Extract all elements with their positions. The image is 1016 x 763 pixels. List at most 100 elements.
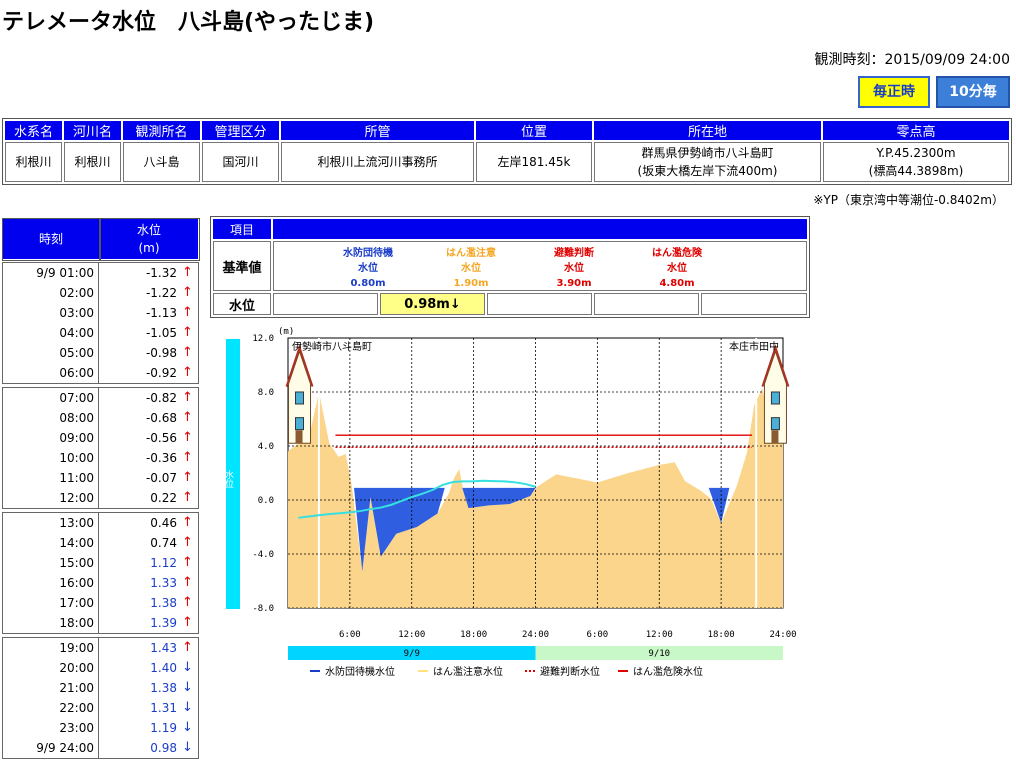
reference-level-value: 0.80m — [350, 278, 386, 289]
history-level: 1.40 — [150, 661, 177, 675]
house-icon-door — [771, 430, 779, 444]
history-row: 21:00 1.38 ↓ — [3, 678, 198, 698]
history-row: 08:00 -0.68 ↑ — [3, 408, 198, 428]
x-tick-label: 6:00 — [339, 630, 361, 640]
history-time: 15:00 — [3, 553, 99, 573]
x-tick-label: 12:00 — [398, 630, 425, 640]
reference-level-sub: 水位 — [461, 263, 481, 274]
history-row: 9/9 24:00 0.98 ↓ — [3, 738, 198, 758]
history-time: 08:00 — [3, 408, 99, 428]
history-level: -0.98 — [145, 346, 177, 360]
history-row: 19:00 1.43 ↑ — [3, 638, 198, 658]
history-time: 05:00 — [3, 343, 99, 363]
history-group: 19:00 1.43 ↑ 20:00 1.40 ↓ 21:00 1.38 ↓ 22:00 1.31 ↓… — [2, 637, 199, 759]
x-tick-label: 6:00 — [587, 630, 609, 640]
day-label: 9/9 — [404, 649, 420, 659]
history-level: -0.07 — [145, 471, 177, 485]
header-zero-height: 零点高 — [823, 121, 1009, 140]
history-level: 0.98 — [150, 741, 177, 755]
history-group: 13:00 0.46 ↑ 14:00 0.74 ↑ 15:00 1.12 ↑ 16:00 1.33 ↑… — [2, 512, 199, 634]
history-row: 9/9 01:00 -1.32 ↑ — [3, 263, 198, 283]
history-time: 04:00 — [3, 323, 99, 343]
history-header: 時刻 水位 (m) — [1, 217, 200, 261]
history-row: 17:00 1.38 ↑ — [3, 593, 198, 613]
history-row: 10:00 -0.36 ↑ — [3, 448, 198, 468]
y-tick-label: 12.0 — [252, 334, 274, 344]
history-level: -0.68 — [145, 411, 177, 425]
history-time: 07:00 — [3, 388, 99, 408]
y-tick-label: 0.0 — [258, 496, 274, 506]
history-header-level: 水位 (m) — [98, 217, 200, 261]
cell-station: 八斗島 — [123, 142, 200, 182]
cell-location: 群馬県伊勢崎市八斗島町 (坂東大橋左岸下流400m) — [594, 142, 821, 182]
ten-minute-button[interactable]: 10分毎 — [936, 76, 1010, 108]
history-time: 23:00 — [3, 718, 99, 738]
history-time: 10:00 — [3, 448, 99, 468]
yp-note: ※YP（東京湾中等潮位-0.8402m） — [813, 193, 1004, 207]
arrow-up-icon: ↑ — [182, 555, 193, 570]
house-icon-window — [295, 391, 305, 405]
history-row: 23:00 1.19 ↓ — [3, 718, 198, 738]
arrow-down-icon: ↓ — [182, 740, 193, 755]
history-header-level-unit: (m) — [138, 241, 160, 255]
reference-header-item: 項目 — [213, 219, 271, 239]
zero-height-line2: (標高44.3898m) — [868, 164, 964, 178]
house-icon-window — [295, 417, 305, 431]
history-time: 11:00 — [3, 468, 99, 488]
reference-level-sub: 水位 — [667, 263, 687, 274]
reference-levels: 水防団待機 水位 0.80m はん濫注意 水位 1.90m 避難判断 水位 3.90m はん濫危険… — [273, 241, 807, 291]
house-icon-window — [770, 391, 780, 405]
reference-level-name: 水防団待機 — [343, 248, 393, 259]
history-level: 1.31 — [150, 701, 177, 715]
arrow-down-icon: ↓ — [182, 700, 193, 715]
right-bank-label: 本庄市田中 — [729, 340, 779, 353]
arrow-up-icon: ↑ — [182, 515, 193, 530]
x-tick-label: 24:00 — [769, 630, 796, 640]
header-river: 河川名 — [64, 121, 121, 140]
arrow-up-icon: ↑ — [182, 640, 193, 655]
history-level: -0.92 — [145, 366, 177, 380]
legend-label: 避難判断水位 — [540, 665, 600, 678]
arrow-up-icon: ↑ — [182, 365, 193, 380]
history-header-time: 時刻 — [1, 217, 101, 261]
arrow-up-icon: ↑ — [182, 490, 193, 505]
arrow-up-icon: ↑ — [182, 345, 193, 360]
reference-level-name: 避難判断 — [554, 248, 594, 259]
y-tick-label: 8.0 — [258, 388, 274, 398]
history-row: 11:00 -0.07 ↑ — [3, 468, 198, 488]
reference-level-value: 1.90m — [453, 278, 489, 289]
reference-level-sub: 水位 — [564, 263, 584, 274]
history-row: 18:00 1.39 ↑ — [3, 613, 198, 633]
left-bank-label: 伊勢崎市八斗島町 — [292, 340, 372, 353]
y-tick-label: -4.0 — [252, 550, 274, 560]
arrow-up-icon: ↑ — [182, 265, 193, 280]
arrow-up-icon: ↑ — [182, 535, 193, 550]
history-level: 1.12 — [150, 556, 177, 570]
cell-management: 国河川 — [202, 142, 279, 182]
x-tick-label: 18:00 — [708, 630, 735, 640]
arrow-up-icon: ↑ — [182, 470, 193, 485]
location-line1: 群馬県伊勢崎市八斗島町 — [641, 146, 774, 160]
header-office: 所管 — [281, 121, 474, 140]
history-level: 1.39 — [150, 616, 177, 630]
hourly-button[interactable]: 毎正時 — [858, 76, 930, 108]
history-time: 20:00 — [3, 658, 99, 678]
level-slot-3 — [487, 293, 592, 315]
history-row: 16:00 1.33 ↑ — [3, 573, 198, 593]
house-icon-door — [295, 430, 303, 444]
header-system: 水系名 — [5, 121, 62, 140]
reference-level-sub: 水位 — [358, 263, 378, 274]
legend-label: はん濫注意水位 — [433, 665, 503, 678]
header-management: 管理区分 — [202, 121, 279, 140]
y-tick-label: -8.0 — [252, 604, 274, 614]
history-time: 09:00 — [3, 428, 99, 448]
arrow-up-icon: ↑ — [182, 325, 193, 340]
history-time: 06:00 — [3, 363, 99, 383]
history-level: 1.19 — [150, 721, 177, 735]
y-tick-label: 4.0 — [258, 442, 274, 452]
arrow-down-icon: ↓ — [182, 720, 193, 735]
reference-label: 基準値 — [213, 241, 271, 291]
cell-zero-height: Y.P.45.2300m (標高44.3898m) — [823, 142, 1009, 182]
header-station: 観測所名 — [123, 121, 200, 140]
history-time: 9/9 01:00 — [3, 263, 99, 283]
